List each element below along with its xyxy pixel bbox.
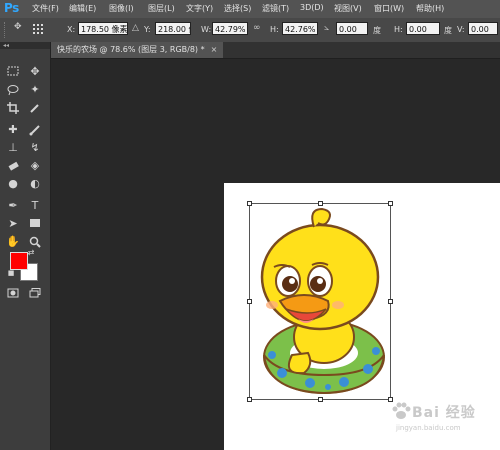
history-brush-icon[interactable]: ↯	[26, 140, 44, 156]
vskew-label: V:	[457, 25, 465, 34]
hskew-label: H:	[394, 25, 403, 34]
brush-tool-icon[interactable]	[26, 122, 44, 138]
options-grip[interactable]	[4, 22, 7, 38]
rotate-unit: 度	[373, 26, 381, 35]
default-colors-icon[interactable]: ■	[6, 268, 16, 278]
transform-handle[interactable]	[247, 299, 252, 304]
toolbox: ◂◂ ✥ ✦ ✚ ⊥ ↯ ◈ ● ◐ ✒ T ➤ ✋ ⇄ ■	[0, 42, 51, 450]
paint-bucket-icon[interactable]: ◈	[26, 158, 44, 174]
transform-handle[interactable]	[247, 201, 252, 206]
paw-logo-icon	[392, 402, 411, 419]
eraser-tool-icon[interactable]	[4, 158, 22, 174]
hskew-unit: 度	[444, 26, 452, 35]
document-tab[interactable]: 快乐的农场 @ 78.6% (图层 3, RGB/8) * ×	[51, 42, 224, 58]
vskew-field[interactable]: 0.00	[468, 22, 498, 35]
close-tab-icon[interactable]: ×	[211, 45, 218, 54]
hskew-field[interactable]: 0.00	[406, 22, 440, 35]
reference-point-icon[interactable]	[33, 24, 43, 34]
transform-handle[interactable]	[388, 201, 393, 206]
healing-brush-icon[interactable]: ✚	[4, 122, 22, 138]
hand-tool-icon[interactable]: ✋	[4, 234, 22, 250]
menu-image[interactable]: 图像(I)	[109, 3, 134, 14]
rotate-angle-icon: ⦣	[324, 23, 330, 33]
lasso-tool-icon[interactable]	[4, 82, 22, 98]
crop-tool-icon[interactable]	[4, 100, 22, 116]
h-label: H:	[270, 25, 279, 34]
transform-handle[interactable]	[247, 397, 252, 402]
marquee-tool-icon[interactable]	[4, 64, 22, 80]
width-field[interactable]: 42.79%	[212, 22, 248, 35]
relative-position-icon[interactable]: △	[132, 23, 139, 33]
menu-select[interactable]: 选择(S)	[224, 3, 251, 14]
menu-help[interactable]: 帮助(H)	[416, 3, 444, 14]
menu-filter[interactable]: 滤镜(T)	[262, 3, 289, 14]
watermark-url: jingyan.baidu.com	[396, 424, 461, 432]
menu-bar: Ps 文件(F) 编辑(E) 图像(I) 图层(L) 文字(Y) 选择(S) 滤…	[0, 0, 500, 18]
document-tab-title: 快乐的农场 @ 78.6% (图层 3, RGB/8) *	[57, 45, 205, 54]
y-position-field[interactable]: 218.00 像素	[155, 22, 191, 35]
transform-handle[interactable]	[318, 201, 323, 206]
transform-handle[interactable]	[388, 299, 393, 304]
menu-edit[interactable]: 编辑(E)	[69, 3, 96, 14]
toolbox-collapse-button[interactable]: ◂◂	[0, 42, 50, 49]
menu-file[interactable]: 文件(F)	[32, 3, 59, 14]
menu-layer[interactable]: 图层(L)	[148, 3, 175, 14]
menu-view[interactable]: 视图(V)	[334, 3, 362, 14]
type-tool-icon[interactable]: T	[26, 198, 44, 214]
baidu-watermark: Bai 经验 jingyan.baidu.com	[388, 398, 498, 438]
blur-tool-icon[interactable]: ●	[4, 176, 22, 192]
rectangle-tool-icon[interactable]	[26, 216, 44, 232]
document-tab-bar: 快乐的农场 @ 78.6% (图层 3, RGB/8) * ×	[51, 42, 500, 59]
path-selection-icon[interactable]: ➤	[4, 216, 22, 232]
rotate-field[interactable]: 0.00	[336, 22, 368, 35]
transform-bounding-box[interactable]	[247, 201, 393, 402]
screen-mode-icon[interactable]	[26, 286, 44, 302]
x-position-field[interactable]: 178.50 像素	[78, 22, 128, 35]
y-label: Y:	[144, 25, 151, 34]
watermark-text: Bai 经验	[412, 405, 476, 421]
transform-handle[interactable]	[318, 397, 323, 402]
x-label: X:	[67, 25, 76, 34]
magic-wand-icon[interactable]: ✦	[26, 82, 44, 98]
app-logo: Ps	[4, 1, 19, 15]
eyedropper-icon[interactable]	[26, 100, 44, 116]
clone-stamp-icon[interactable]: ⊥	[4, 140, 22, 156]
link-aspect-icon[interactable]: ∞	[253, 23, 261, 33]
move-tool-icon[interactable]: ✥	[26, 64, 44, 80]
pen-tool-icon[interactable]: ✒	[4, 198, 22, 214]
height-field[interactable]: 42.76%	[282, 22, 318, 35]
menu-type[interactable]: 文字(Y)	[186, 3, 213, 14]
dodge-tool-icon[interactable]: ◐	[26, 176, 44, 192]
menu-window[interactable]: 窗口(W)	[374, 3, 404, 14]
move-tool-preset-icon[interactable]: ✥	[14, 22, 22, 32]
w-label: W:	[201, 25, 212, 34]
quick-mask-icon[interactable]	[4, 286, 22, 302]
menu-3d[interactable]: 3D(D)	[300, 3, 324, 12]
swap-colors-icon[interactable]: ⇄	[26, 248, 36, 258]
options-bar: ✥ X: 178.50 像素 △ Y: 218.00 像素 W: 42.79% …	[0, 18, 500, 43]
